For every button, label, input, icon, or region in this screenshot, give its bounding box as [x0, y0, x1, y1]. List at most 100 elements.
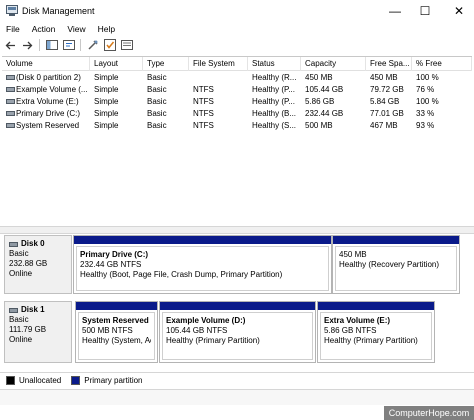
column-header-volume[interactable]: Volume: [2, 57, 90, 71]
window-title: Disk Management: [22, 6, 95, 16]
column-header-status[interactable]: Status: [248, 57, 301, 71]
volume-capacity: 500 MB: [305, 121, 333, 130]
legend-label-unallocated: Unallocated: [19, 376, 62, 385]
partition-bar: [74, 236, 331, 244]
menu-bar: File Action View Help: [0, 22, 474, 37]
toolbar-separator: [80, 39, 81, 51]
volume-row[interactable]: Primary Drive (C:) Simple Basic NTFS Hea…: [2, 108, 472, 120]
disk-1-name: Disk 1: [21, 305, 45, 314]
volume-layout: Simple: [94, 85, 119, 94]
legend-swatch-primary: [71, 376, 81, 385]
volume-percent-free: 93 %: [416, 121, 435, 130]
column-header-file-system[interactable]: File System: [189, 57, 248, 71]
menu-action[interactable]: Action: [26, 22, 62, 37]
partition-status: Healthy (Boot, Page File, Crash Dump, Pr…: [80, 270, 283, 279]
volume-layout: Simple: [94, 121, 119, 130]
partition-extra-volume-e[interactable]: Extra Volume (E:) 5.86 GB NTFS Healthy (…: [317, 301, 435, 363]
minimize-button[interactable]: —: [380, 0, 410, 22]
partition-size: 232.44 GB NTFS: [80, 260, 142, 269]
partition-status: Healthy (Primary Partition): [324, 336, 418, 345]
menu-file[interactable]: File: [0, 22, 26, 37]
volume-type: Basic: [147, 109, 167, 118]
partition-bar: [333, 236, 459, 244]
partition-primary-drive-c[interactable]: Primary Drive (C:) 232.44 GB NTFS Health…: [73, 235, 332, 294]
volume-free-space: 5.84 GB: [370, 97, 400, 106]
column-header-layout[interactable]: Layout: [90, 57, 143, 71]
pane-splitter[interactable]: [0, 226, 474, 234]
volume-layout: Simple: [94, 109, 119, 118]
partition-system-reserved[interactable]: System Reserved 500 MB NTFS Healthy (Sys…: [75, 301, 158, 363]
console-tree-icon: [45, 40, 58, 50]
volume-name: (Disk 0 partition 2): [16, 73, 81, 82]
volume-type: Basic: [147, 85, 167, 94]
disk-icon: [9, 307, 18, 313]
check-button[interactable]: [103, 39, 116, 52]
volume-percent-free: 100 %: [416, 97, 439, 106]
disk-1-status: Online: [9, 335, 33, 344]
partition-name: Primary Drive (C:): [80, 250, 149, 259]
column-header-type[interactable]: Type: [143, 57, 189, 71]
toolbar: [0, 37, 474, 53]
volume-file-system: NTFS: [193, 97, 214, 106]
disk-1-info[interactable]: Disk 1 Basic 111.79 GB Online: [4, 301, 72, 363]
properties-icon: [87, 40, 98, 50]
volume-row[interactable]: Extra Volume (E:) Simple Basic NTFS Heal…: [2, 96, 472, 108]
view-icon: [120, 40, 133, 50]
partition-name: Example Volume (D:): [166, 316, 246, 325]
console-tree-button[interactable]: [45, 39, 58, 52]
help-button[interactable]: [62, 39, 75, 52]
check-icon: [103, 39, 116, 51]
disk-0-type: Basic: [9, 249, 29, 258]
volume-file-system: NTFS: [193, 85, 214, 94]
menu-view[interactable]: View: [61, 22, 91, 37]
partition-recovery[interactable]: 450 MB Healthy (Recovery Partition): [332, 235, 460, 294]
partition-bar: [76, 302, 157, 310]
volume-type: Basic: [147, 121, 167, 130]
volume-percent-free: 76 %: [416, 85, 435, 94]
forward-button[interactable]: [21, 39, 34, 52]
volume-list: Volume Layout Type File System Status Ca…: [2, 56, 472, 226]
disk-icon: [9, 241, 18, 247]
volume-row[interactable]: System Reserved Simple Basic NTFS Health…: [2, 120, 472, 132]
volume-percent-free: 33 %: [416, 109, 435, 118]
volume-capacity: 450 MB: [305, 73, 333, 82]
volume-status: Healthy (B...: [252, 109, 297, 118]
partition-status: Healthy (System, Act: [82, 336, 151, 345]
volume-layout: Simple: [94, 73, 119, 82]
volume-capacity: 5.86 GB: [305, 97, 335, 106]
menu-help[interactable]: Help: [92, 22, 121, 37]
volume-free-space: 450 MB: [370, 73, 398, 82]
disk-map: Disk 0 Basic 232.88 GB Online Primary Dr…: [2, 234, 472, 370]
volume-type: Basic: [147, 73, 167, 82]
disk-0-info[interactable]: Disk 0 Basic 232.88 GB Online: [4, 235, 72, 294]
volume-status: Healthy (R...: [252, 73, 297, 82]
partition-size: 105.44 GB NTFS: [166, 326, 228, 335]
properties-button[interactable]: [86, 39, 99, 52]
volume-status: Healthy (S...: [252, 121, 297, 130]
legend: Unallocated Primary partition: [0, 372, 474, 388]
volume-free-space: 79.72 GB: [370, 85, 404, 94]
column-header-percent-free[interactable]: % Free: [412, 57, 472, 71]
volume-capacity: 105.44 GB: [305, 85, 344, 94]
column-header-capacity[interactable]: Capacity: [301, 57, 366, 71]
volume-name: System Reserved: [16, 121, 80, 130]
volume-list-header: Volume Layout Type File System Status Ca…: [2, 57, 472, 71]
close-button[interactable]: ✕: [444, 0, 474, 22]
volume-free-space: 467 MB: [370, 121, 398, 130]
maximize-button[interactable]: ☐: [410, 0, 440, 22]
view-button[interactable]: [120, 39, 133, 52]
help-icon: [62, 40, 75, 50]
column-header-free-space[interactable]: Free Spa...: [366, 57, 412, 71]
back-button[interactable]: [4, 39, 17, 52]
volume-row[interactable]: Example Volume (... Simple Basic NTFS He…: [2, 84, 472, 96]
forward-arrow-icon: [23, 41, 33, 49]
volume-file-system: [189, 72, 248, 84]
volume-free-space: 77.01 GB: [370, 109, 404, 118]
volume-name: Example Volume (...: [16, 85, 88, 94]
partition-example-volume-d[interactable]: Example Volume (D:) 105.44 GB NTFS Healt…: [159, 301, 316, 363]
volume-file-system: NTFS: [193, 121, 214, 130]
volume-row[interactable]: (Disk 0 partition 2) Simple Basic Health…: [2, 72, 472, 84]
watermark: ComputerHope.com: [384, 406, 474, 420]
volume-name: Primary Drive (C:): [16, 109, 80, 118]
disk-1-type: Basic: [9, 315, 29, 324]
